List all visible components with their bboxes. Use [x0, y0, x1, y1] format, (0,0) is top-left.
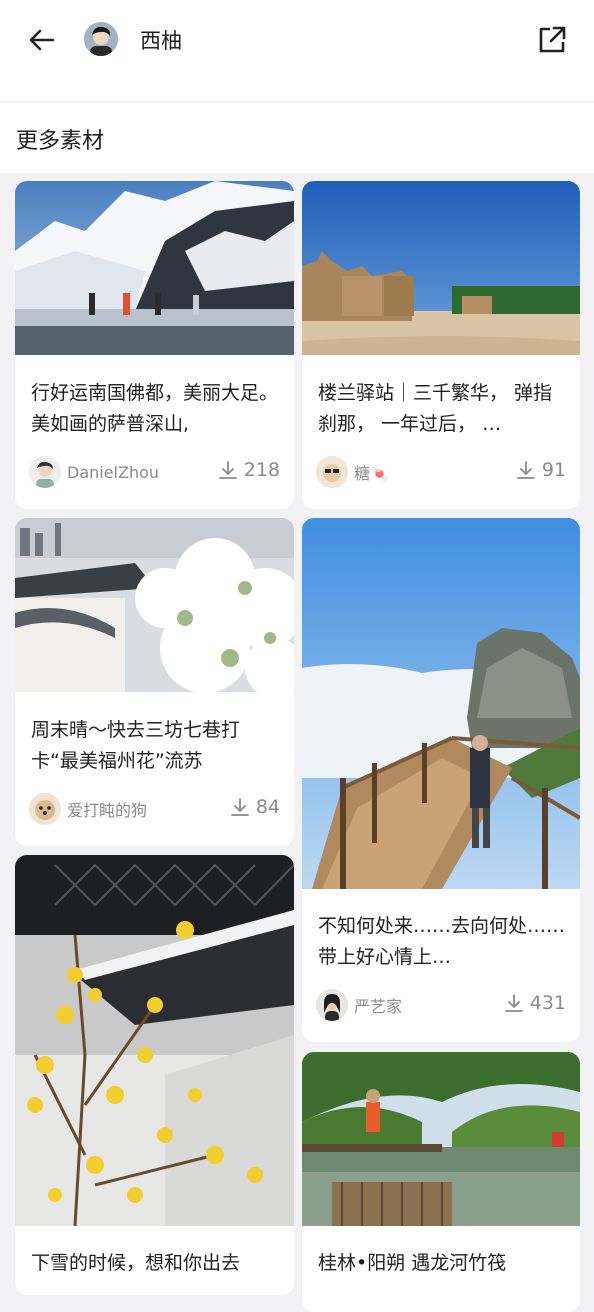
card-author[interactable]: 糖🍬 — [316, 456, 390, 488]
download-count: 91 — [516, 459, 566, 481]
download-count: 218 — [218, 459, 280, 481]
card-image — [302, 518, 580, 889]
card-image — [15, 181, 294, 355]
external-share-icon — [539, 26, 566, 53]
avatar — [316, 456, 348, 488]
download-icon — [504, 994, 523, 1012]
avatar[interactable] — [84, 22, 118, 56]
share-button[interactable] — [530, 18, 574, 62]
download-number: 91 — [541, 459, 566, 481]
card-image — [15, 518, 294, 692]
avatar — [316, 989, 348, 1021]
card-item[interactable]: 周末晴～快去三坊七巷打卡“最美福州花”流苏 爱打盹的狗 84 — [15, 518, 294, 846]
card-item[interactable]: 不知何处来……去向何处……带上好心情上… 严艺家 431 — [302, 518, 580, 1042]
card-author[interactable]: 严艺家 — [316, 989, 402, 1021]
author-name: 爱打盹的狗 — [67, 801, 148, 820]
card-title: 行好运南国佛都，美丽大足。美如画的萨普深山, — [31, 382, 279, 435]
download-icon — [516, 461, 535, 479]
download-icon — [218, 461, 237, 479]
card-title: 楼兰驿站｜三千繁华， 弹指刹那， 一年过后， … — [318, 382, 553, 435]
page-title: 西柚 — [140, 29, 182, 53]
card-title: 周末晴～快去三坊七巷打卡“最美福州花”流苏 — [31, 719, 241, 772]
author-name: 严艺家 — [354, 997, 403, 1016]
arrow-left-icon — [29, 29, 55, 51]
download-count: 431 — [504, 992, 566, 1014]
card-item[interactable]: 楼兰驿站｜三千繁华， 弹指刹那， 一年过后， … 糖🍬 91 — [302, 181, 580, 509]
back-button[interactable] — [22, 20, 62, 60]
card-author[interactable]: DanielZhou — [29, 456, 159, 488]
download-number: 431 — [529, 992, 566, 1014]
download-number: 218 — [243, 459, 280, 481]
card-title: 桂林•阳朔 遇龙河竹筏 — [318, 1252, 507, 1274]
top-bar: 西柚 — [0, 0, 594, 102]
author-name: 糖🍬 — [354, 464, 390, 483]
card-image — [302, 1052, 580, 1226]
card-author[interactable]: 爱打盹的狗 — [29, 793, 147, 825]
card-item[interactable]: 行好运南国佛都，美丽大足。美如画的萨普深山, DanielZhou 218 — [15, 181, 294, 509]
download-count: 84 — [230, 796, 280, 818]
card-item[interactable]: 下雪的时候，想和你出去 — [15, 855, 294, 1295]
avatar — [29, 456, 61, 488]
card-title: 下雪的时候，想和你出去 — [31, 1252, 241, 1274]
download-icon — [230, 798, 249, 816]
card-image — [15, 855, 294, 1226]
card-item[interactable]: 桂林•阳朔 遇龙河竹筏 — [302, 1052, 580, 1312]
section-header: 更多素材 — [0, 103, 594, 173]
card-title: 不知何处来……去向何处……带上好心情上… — [318, 915, 566, 968]
download-number: 84 — [255, 796, 280, 818]
avatar — [29, 793, 61, 825]
card-image — [302, 181, 580, 355]
section-title: 更多素材 — [16, 129, 105, 154]
author-name: DanielZhou — [67, 462, 160, 482]
